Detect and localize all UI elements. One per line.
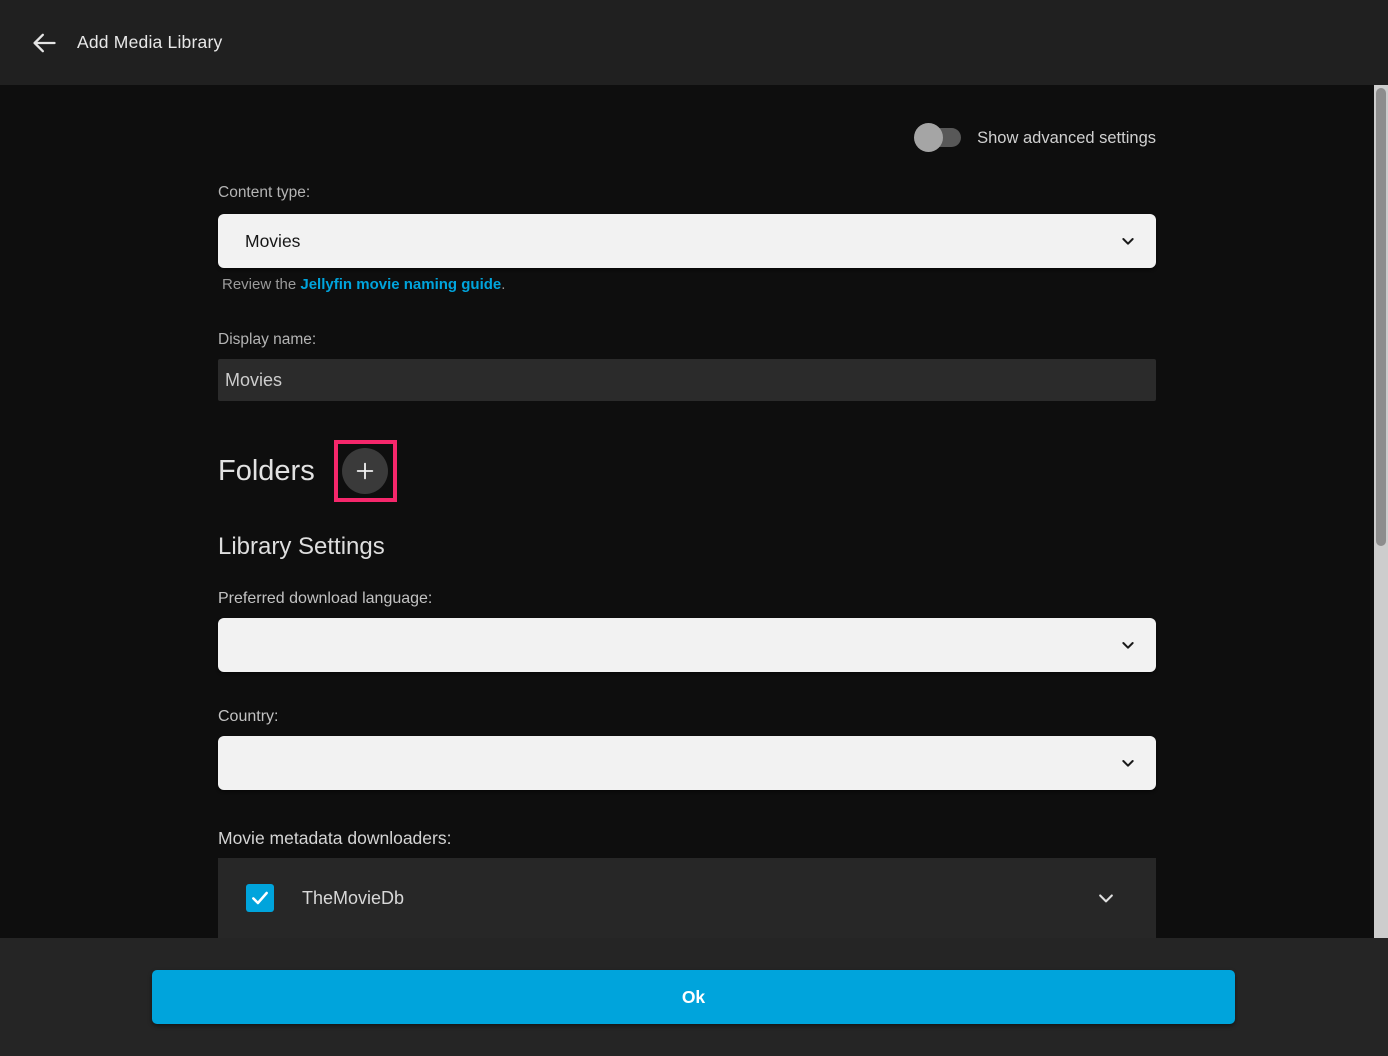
chevron-down-icon — [1120, 755, 1136, 771]
chevron-down-icon — [1120, 637, 1136, 653]
show-advanced-settings-toggle[interactable] — [914, 123, 962, 153]
country-label: Country: — [218, 708, 278, 726]
metadata-downloader-row: TheMovieDb — [218, 858, 1156, 938]
display-name-label: Display name: — [218, 331, 316, 349]
add-library-form: Show advanced settings Content type: Mov… — [218, 85, 1156, 938]
naming-guide-link[interactable]: Jellyfin movie naming guide — [300, 276, 501, 293]
folders-section-header: Folders — [218, 440, 397, 502]
scrollbar-track[interactable] — [1374, 85, 1388, 938]
arrow-left-icon — [30, 29, 58, 57]
metadata-downloaders-label: Movie metadata downloaders: — [218, 828, 451, 849]
plus-icon — [354, 460, 376, 482]
metadata-downloader-name: TheMovieDb — [302, 888, 404, 909]
toggle-knob — [914, 123, 943, 152]
preferred-language-select[interactable] — [218, 618, 1156, 672]
header-bar: Add Media Library — [0, 0, 1388, 85]
metadata-downloader-checkbox[interactable] — [246, 884, 274, 912]
content-type-value: Movies — [218, 231, 300, 252]
scrollbar-thumb[interactable] — [1376, 88, 1386, 546]
helper-suffix: . — [501, 276, 505, 293]
advanced-settings-label: Show advanced settings — [977, 129, 1156, 148]
naming-guide-helper: Review the Jellyfin movie naming guide. — [222, 276, 505, 293]
library-settings-heading: Library Settings — [218, 533, 385, 561]
add-folder-highlight-box — [334, 440, 397, 502]
footer-bar: Ok — [0, 938, 1388, 1056]
preferred-language-label: Preferred download language: — [218, 590, 432, 608]
content-type-select[interactable]: Movies — [218, 214, 1156, 268]
folders-heading: Folders — [218, 455, 315, 488]
helper-prefix: Review the — [222, 276, 300, 293]
chevron-down-icon[interactable] — [1096, 888, 1116, 908]
back-button[interactable] — [22, 21, 66, 65]
country-select[interactable] — [218, 736, 1156, 790]
content-type-label: Content type: — [218, 184, 310, 202]
display-name-input[interactable] — [218, 359, 1156, 401]
ok-button[interactable]: Ok — [152, 970, 1235, 1024]
chevron-down-icon — [1120, 233, 1136, 249]
page-title: Add Media Library — [77, 32, 222, 53]
add-folder-button[interactable] — [342, 448, 388, 494]
advanced-settings-row: Show advanced settings — [218, 113, 1156, 163]
check-icon — [250, 888, 270, 908]
